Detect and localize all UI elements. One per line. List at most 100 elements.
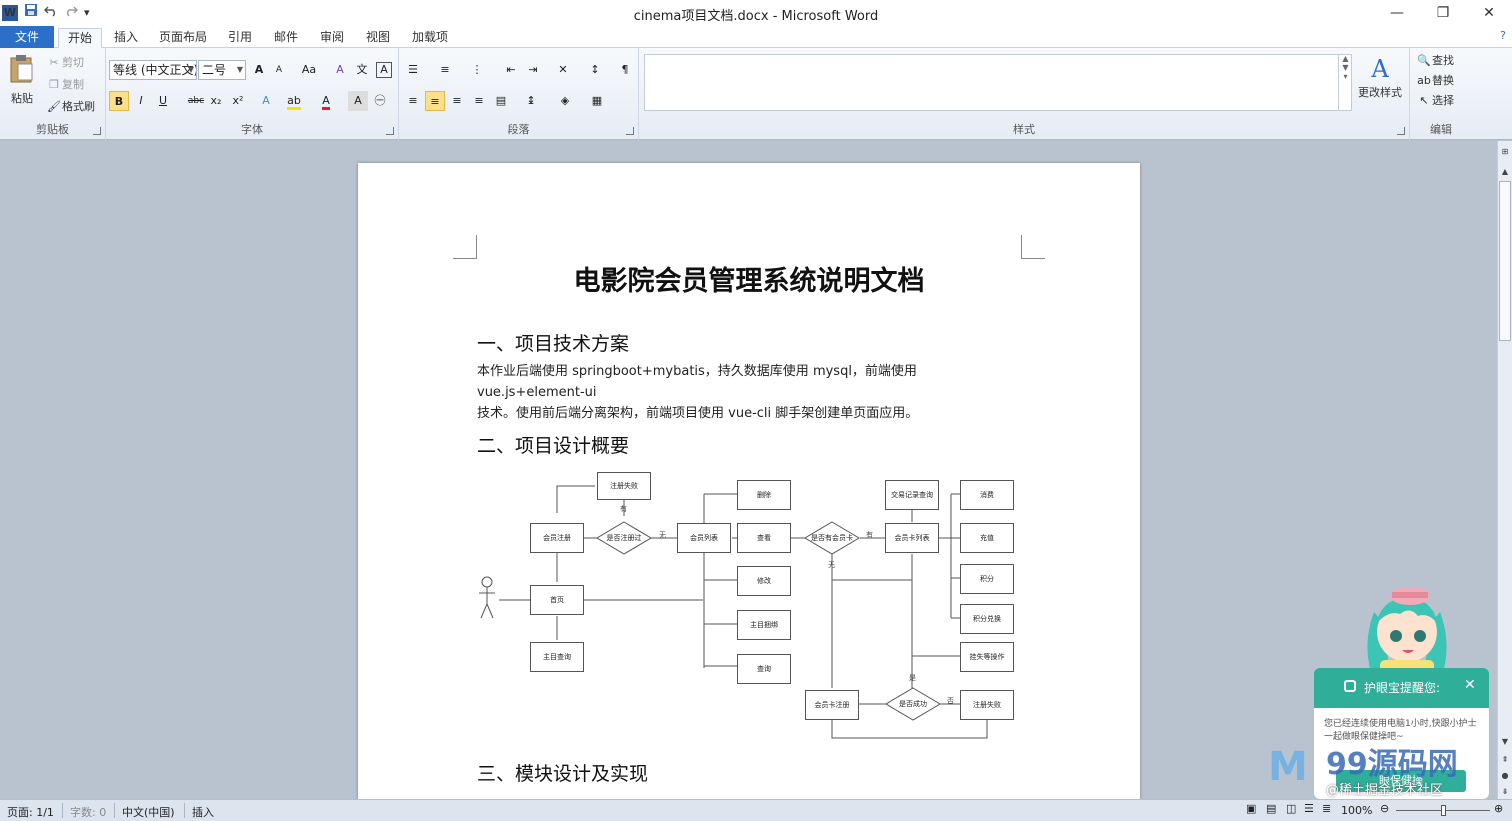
zoom-level[interactable]: 100% xyxy=(1341,804,1372,817)
font-color-button[interactable]: A xyxy=(316,91,336,111)
scroll-down-icon[interactable]: ▼ xyxy=(1498,735,1512,749)
flow-label-yes2: 是 xyxy=(909,674,916,682)
justify-icon[interactable]: ≡ xyxy=(469,91,489,111)
web-layout-icon[interactable]: ◫ xyxy=(1286,802,1296,815)
font-size-combo[interactable]: 二号 ▼ xyxy=(198,60,246,80)
decrease-indent-icon[interactable]: ⇤ xyxy=(501,60,521,80)
font-group-label: 字体 xyxy=(241,123,263,136)
clipboard-group-label: 剪贴板 xyxy=(36,123,69,136)
tab-addins[interactable]: 加载项 xyxy=(404,28,456,48)
grow-font-button[interactable]: A xyxy=(249,60,269,80)
ruler-toggle-icon[interactable]: ⊞ xyxy=(1498,145,1512,159)
document-workspace[interactable]: 电影院会员管理系统说明文档 一、项目技术方案 本作业后端使用 springboo… xyxy=(0,141,1497,799)
paste-button[interactable]: 粘贴 xyxy=(6,54,38,108)
align-right-icon[interactable]: ≡ xyxy=(447,91,467,111)
format-painter-button[interactable]: 🖌格式刷 xyxy=(46,98,95,116)
tab-insert[interactable]: 插入 xyxy=(106,28,146,48)
tab-page-layout[interactable]: 页面布局 xyxy=(152,28,214,48)
scissors-icon: ✂ xyxy=(49,56,59,69)
brush-icon: 🖌 xyxy=(47,100,61,113)
underline-button[interactable]: U xyxy=(153,91,173,111)
align-left-icon[interactable]: ≡ xyxy=(403,91,423,111)
shading-icon[interactable]: ◈ xyxy=(555,91,575,111)
restore-button[interactable]: ❐ xyxy=(1420,0,1466,26)
superscript-button[interactable]: x² xyxy=(228,91,248,111)
distributed-icon[interactable]: ▤ xyxy=(491,91,511,111)
styles-launcher[interactable] xyxy=(1397,127,1405,135)
zoom-in-icon[interactable]: ⊕ xyxy=(1494,802,1503,815)
tab-view[interactable]: 视图 xyxy=(358,28,398,48)
language-indicator[interactable]: 中文(中国) xyxy=(122,804,175,820)
scroll-up-icon[interactable]: ▲ xyxy=(1498,165,1512,179)
window-title: cinema项目文档.docx - Microsoft Word xyxy=(633,9,879,24)
vertical-scrollbar[interactable]: ⊞ ▲ ▼ ⇞ ● ⇟ xyxy=(1497,141,1512,799)
browse-object-icon[interactable]: ● xyxy=(1498,769,1512,783)
char-border-icon[interactable]: A xyxy=(376,62,392,78)
scroll-thumb[interactable] xyxy=(1499,181,1511,341)
tab-file[interactable]: 文件 xyxy=(0,26,54,48)
copy-button[interactable]: ❐ 复制 xyxy=(46,76,84,94)
font-launcher[interactable] xyxy=(386,127,394,135)
close-button[interactable]: ✕ xyxy=(1466,0,1512,26)
styles-gallery-scroll[interactable]: ▲ ▼ ▾ xyxy=(1338,54,1352,111)
align-center-icon[interactable]: ≡ xyxy=(425,91,445,111)
next-page-icon[interactable]: ⇟ xyxy=(1498,785,1512,799)
multilevel-list-icon[interactable]: ⋮ xyxy=(467,60,487,80)
text-effect-icon[interactable]: A xyxy=(256,91,276,111)
tab-review[interactable]: 审阅 xyxy=(312,28,352,48)
tab-references[interactable]: 引用 xyxy=(220,28,260,48)
paragraph-group: ☰ ≡ ⋮ ⇤ ⇥ ✕ ↕ ¶ ≡ ≡ ≡ ≡ ▤ ↨ ◈ ▦ 段落 xyxy=(399,48,639,140)
print-layout-icon[interactable]: ▣ xyxy=(1246,802,1256,815)
show-marks-icon[interactable]: ¶ xyxy=(615,60,635,80)
margin-corner-top-left xyxy=(453,235,477,259)
outline-icon[interactable]: ☰ xyxy=(1304,802,1314,815)
enclose-char-icon[interactable]: ㊀ xyxy=(370,91,390,111)
increase-indent-icon[interactable]: ⇥ xyxy=(523,60,543,80)
cut-button[interactable]: ✂ 剪切 xyxy=(46,54,84,72)
styles-group-label: 样式 xyxy=(1013,123,1035,136)
full-reading-icon[interactable]: ▤ xyxy=(1266,802,1276,815)
asian-layout-icon[interactable]: ✕ xyxy=(553,60,573,80)
shrink-font-button[interactable]: A xyxy=(269,60,289,80)
numbering-icon[interactable]: ≡ xyxy=(435,60,455,80)
eyecare-close-icon[interactable]: ✕ xyxy=(1464,677,1476,693)
change-case-button[interactable]: Aa xyxy=(296,60,322,80)
change-styles-button[interactable]: A 更改样式 xyxy=(1354,54,1406,102)
minimize-button[interactable]: — xyxy=(1374,0,1420,26)
flow-points-exchange: 积分兑换 xyxy=(960,604,1014,634)
font-name-combo[interactable]: 等线 (中文正文) ▼ xyxy=(109,60,197,80)
bold-button[interactable]: B xyxy=(109,91,129,111)
document-page[interactable]: 电影院会员管理系统说明文档 一、项目技术方案 本作业后端使用 springboo… xyxy=(358,163,1140,799)
prev-page-icon[interactable]: ⇞ xyxy=(1498,753,1512,767)
highlight-icon[interactable]: ab xyxy=(284,91,304,111)
help-icon[interactable]: ? xyxy=(1500,29,1506,42)
clipboard-launcher[interactable] xyxy=(93,127,101,135)
zoom-out-icon[interactable]: ⊖ xyxy=(1380,802,1389,815)
clear-format-button[interactable]: A xyxy=(330,60,350,80)
borders-icon[interactable]: ▦ xyxy=(587,91,607,111)
paragraph-launcher[interactable] xyxy=(626,127,634,135)
subscript-button[interactable]: x₂ xyxy=(206,91,226,111)
page-count[interactable]: 页面: 1/1 xyxy=(7,804,54,820)
phonetic-icon[interactable]: 文 xyxy=(352,60,372,80)
zoom-slider-knob[interactable] xyxy=(1441,805,1446,816)
tab-home[interactable]: 开始 xyxy=(58,28,102,48)
char-shading-button[interactable]: A xyxy=(348,91,368,111)
italic-button[interactable]: I xyxy=(131,91,151,111)
find-button[interactable]: 🔍查找 xyxy=(1416,52,1454,70)
tech-plan-paragraph: 本作业后端使用 springboot+mybatis，持久数据库使用 mysql… xyxy=(477,361,1025,424)
tab-mailings[interactable]: 邮件 xyxy=(266,28,306,48)
line-spacing-icon[interactable]: ↨ xyxy=(521,91,541,111)
eyecare-exercise-button[interactable]: 眼保健操 xyxy=(1336,770,1466,792)
quick-styles-gallery[interactable] xyxy=(644,54,1352,111)
word-count[interactable]: 字数: 0 xyxy=(70,804,106,820)
draft-icon[interactable]: ≣ xyxy=(1322,802,1331,815)
sort-icon[interactable]: ↕ xyxy=(585,60,605,80)
strikethrough-button[interactable]: abc xyxy=(184,91,208,111)
bullets-icon[interactable]: ☰ xyxy=(403,60,423,80)
system-flowchart: 注册失败 会员注册 是否注册过 无 有 会员列表 删除 查看 修改 主目捆绑 查… xyxy=(475,468,1020,743)
insert-mode-indicator[interactable]: 插入 xyxy=(192,804,214,820)
flow-delete: 删除 xyxy=(737,480,791,510)
replace-button[interactable]: ab替换 xyxy=(1416,72,1454,90)
select-button[interactable]: ↖ 选择 xyxy=(1416,92,1454,110)
